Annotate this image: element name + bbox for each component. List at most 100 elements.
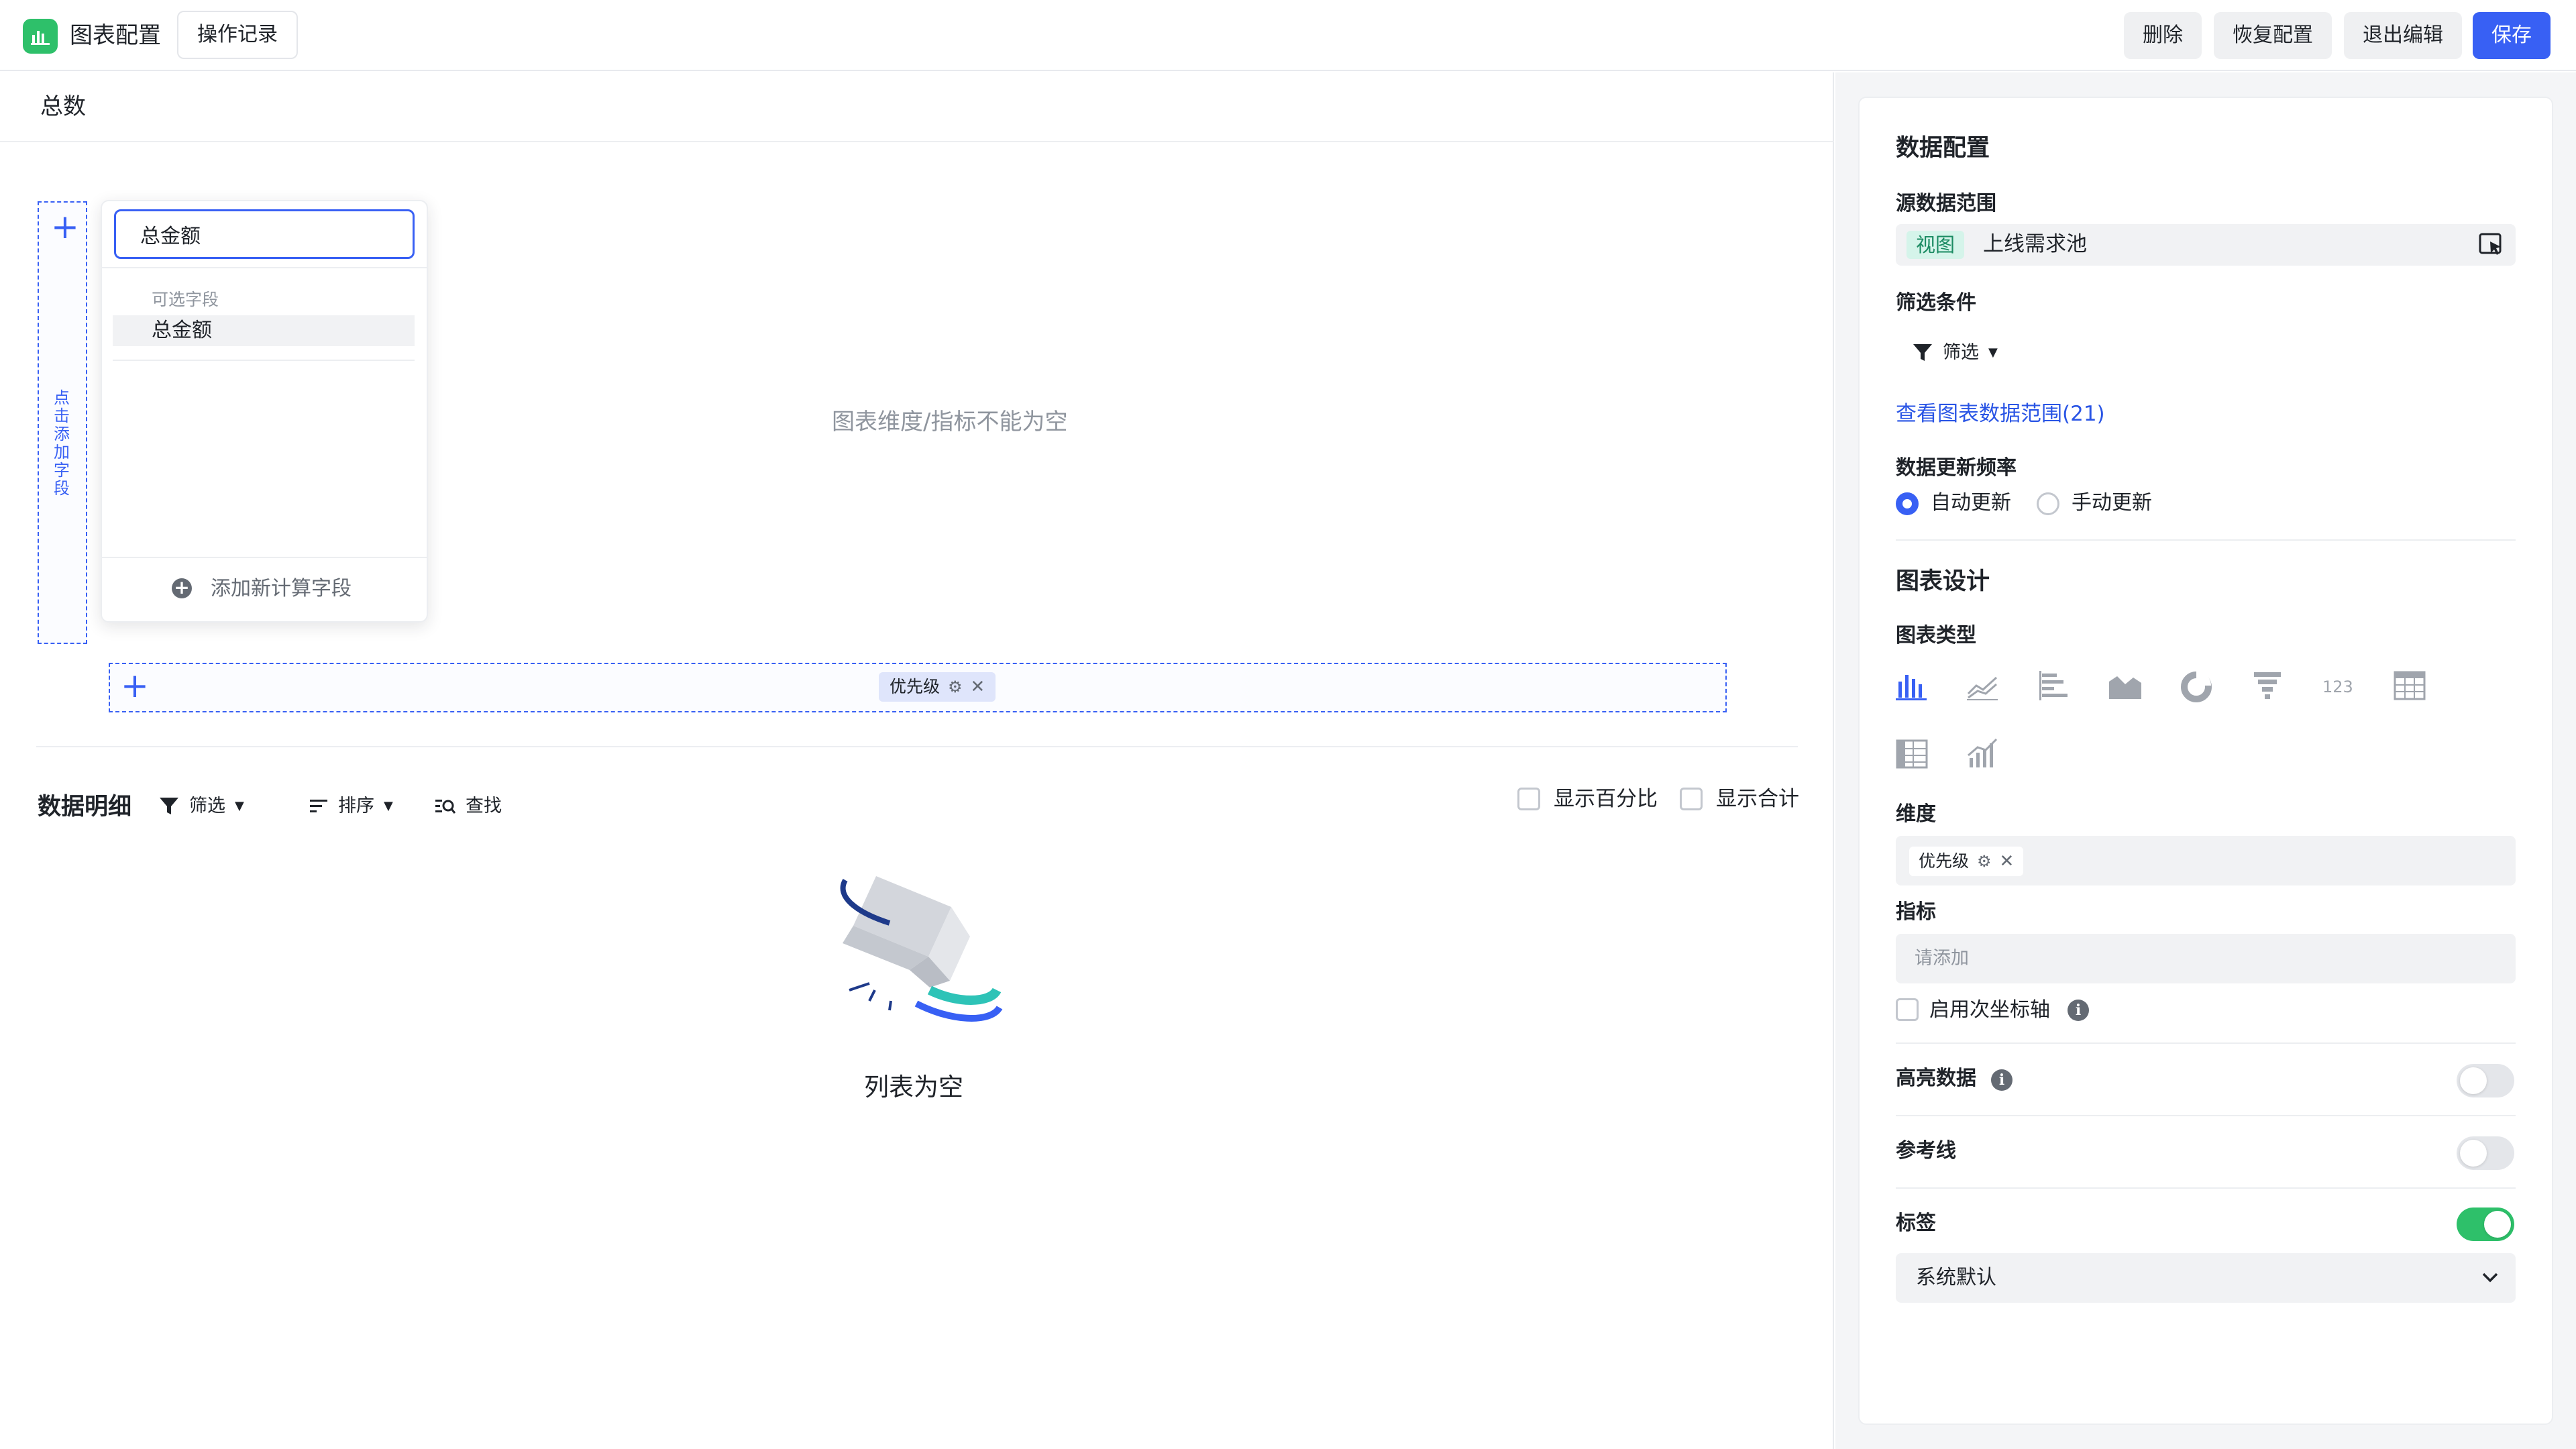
toggle-knob bbox=[2460, 1067, 2487, 1094]
radio-manual-update[interactable] bbox=[2037, 492, 2059, 515]
number-card-icon[interactable]: 123 bbox=[2320, 667, 2357, 704]
field-label: 图表类型 bbox=[1896, 624, 1976, 647]
secondary-axis-label[interactable]: 启用次坐标轴 bbox=[1929, 996, 2050, 1025]
empty-list-message: 列表为空 bbox=[864, 1073, 963, 1102]
radio-auto-update[interactable] bbox=[1896, 492, 1919, 515]
metric-field-box[interactable]: 请添加 bbox=[1896, 934, 2516, 983]
field-search-input[interactable] bbox=[114, 209, 415, 259]
svg-text:123: 123 bbox=[2322, 678, 2353, 696]
divider bbox=[102, 267, 427, 268]
table-icon[interactable] bbox=[2391, 667, 2428, 704]
pivot-table-icon[interactable] bbox=[1893, 735, 1931, 773]
dropdown-option[interactable]: 总金额 bbox=[113, 315, 415, 346]
config-filter-button[interactable]: 筛选 ▼ bbox=[1912, 339, 1998, 366]
sort-label: 排序 bbox=[338, 796, 374, 816]
plus-icon[interactable]: + bbox=[121, 665, 149, 706]
field-label: 维度 bbox=[1896, 802, 1936, 826]
field-label: 指标 bbox=[1896, 900, 1936, 924]
gear-icon[interactable]: ⚙ bbox=[948, 672, 963, 702]
caret-down-icon: ▼ bbox=[235, 799, 244, 813]
show-percent-checkbox[interactable] bbox=[1517, 788, 1540, 810]
toggle-knob bbox=[2460, 1140, 2487, 1167]
field-label: 源数据范围 bbox=[1896, 192, 1996, 215]
add-calc-field-button[interactable]: 添加新计算字段 bbox=[211, 574, 352, 604]
exit-edit-button[interactable]: 退出编辑 bbox=[2344, 12, 2462, 59]
pie-chart-icon[interactable] bbox=[2178, 667, 2215, 704]
chip-label: 优先级 bbox=[1919, 851, 1970, 871]
filter-icon bbox=[160, 798, 178, 814]
horizontal-bar-icon[interactable] bbox=[2035, 667, 2073, 704]
field-label: 筛选条件 bbox=[1896, 291, 1976, 315]
gear-icon[interactable]: ⚙ bbox=[1977, 847, 1992, 876]
select-source-icon[interactable] bbox=[2478, 232, 2504, 258]
dropdown-group-label: 可选字段 bbox=[152, 290, 219, 309]
label-toggle[interactable] bbox=[2457, 1208, 2514, 1241]
combo-chart-icon[interactable] bbox=[1964, 735, 2002, 773]
chip-label: 优先级 bbox=[890, 677, 941, 696]
detail-filter-button[interactable]: 筛选 ▼ bbox=[158, 793, 244, 820]
filter-icon bbox=[1913, 344, 1932, 361]
line-chart-icon[interactable] bbox=[1964, 667, 2002, 704]
divider bbox=[36, 746, 1798, 747]
show-total-checkbox[interactable] bbox=[1680, 788, 1703, 810]
section-title: 数据配置 bbox=[1896, 135, 1990, 162]
delete-button[interactable]: 删除 bbox=[2124, 12, 2202, 59]
caret-down-icon: ▼ bbox=[1988, 345, 1998, 360]
restore-config-button[interactable]: 恢复配置 bbox=[2214, 12, 2332, 59]
divider bbox=[0, 141, 1834, 142]
divider bbox=[113, 360, 415, 361]
find-label: 查找 bbox=[466, 796, 502, 816]
funnel-chart-icon[interactable] bbox=[2249, 667, 2286, 704]
show-total-label[interactable]: 显示合计 bbox=[1716, 784, 1799, 814]
divider bbox=[1896, 1115, 2516, 1116]
find-icon bbox=[435, 800, 456, 814]
detail-title: 数据明细 bbox=[38, 794, 132, 820]
filter-label: 筛选 bbox=[1943, 342, 1979, 363]
sort-icon bbox=[310, 800, 327, 812]
history-button[interactable]: 操作记录 bbox=[177, 11, 298, 59]
radio-label[interactable]: 自动更新 bbox=[1931, 488, 2011, 518]
divider bbox=[1896, 1042, 2516, 1044]
section-title: 图表设计 bbox=[1896, 568, 1990, 595]
highlight-toggle[interactable] bbox=[2457, 1064, 2514, 1097]
view-tag: 视图 bbox=[1907, 231, 1965, 259]
empty-chart-message: 图表维度/指标不能为空 bbox=[832, 409, 1068, 435]
detail-find-button[interactable]: 查找 bbox=[435, 793, 502, 820]
radio-label[interactable]: 手动更新 bbox=[2072, 488, 2152, 518]
divider bbox=[1896, 539, 2516, 541]
reference-line-toggle[interactable] bbox=[2457, 1136, 2514, 1170]
field-label: 数据更新频率 bbox=[1896, 456, 2017, 480]
close-icon[interactable]: ✕ bbox=[2000, 847, 2015, 876]
y-axis-hint: 点击添加字段 bbox=[54, 388, 70, 498]
page-title: 图表配置 bbox=[70, 22, 161, 49]
filter-label: 筛选 bbox=[189, 796, 225, 816]
toggle-knob bbox=[2484, 1211, 2511, 1238]
close-icon[interactable]: ✕ bbox=[971, 672, 985, 702]
x-axis-field-chip[interactable]: 优先级 ⚙ ✕ bbox=[879, 672, 996, 702]
bar-chart-icon bbox=[23, 19, 58, 54]
divider bbox=[102, 557, 427, 558]
add-circle-icon[interactable]: + bbox=[172, 578, 192, 598]
chart-title[interactable]: 总数 bbox=[40, 90, 86, 123]
secondary-axis-checkbox[interactable] bbox=[1896, 998, 1919, 1021]
source-name: 上线需求池 bbox=[1983, 232, 2087, 256]
caret-down-icon: ▼ bbox=[384, 799, 393, 813]
detail-sort-button[interactable]: 排序 ▼ bbox=[309, 793, 393, 820]
divider bbox=[1896, 1187, 2516, 1189]
field-dropdown bbox=[101, 200, 428, 623]
area-chart-icon[interactable] bbox=[2106, 667, 2144, 704]
plus-icon[interactable]: + bbox=[51, 207, 79, 247]
show-percent-label[interactable]: 显示百分比 bbox=[1554, 784, 1658, 814]
view-data-range-link[interactable]: 查看图表数据范围(21) bbox=[1896, 398, 2105, 429]
dimension-chip[interactable]: 优先级 ⚙ ✕ bbox=[1909, 847, 2024, 876]
empty-list-illustration bbox=[840, 876, 1003, 1022]
field-label: 标签 bbox=[1896, 1212, 1936, 1235]
info-icon[interactable]: i bbox=[2068, 1000, 2089, 1021]
chevron-down-icon[interactable] bbox=[2478, 1265, 2502, 1289]
label-style-select[interactable]: 系统默认 bbox=[1896, 1253, 2516, 1303]
info-icon[interactable]: i bbox=[1991, 1069, 2012, 1091]
field-label: 参考线 bbox=[1896, 1139, 1956, 1163]
bar-chart-icon[interactable] bbox=[1893, 667, 1931, 704]
save-button[interactable]: 保存 bbox=[2473, 12, 2551, 59]
field-label: 高亮数据 bbox=[1896, 1067, 1976, 1090]
